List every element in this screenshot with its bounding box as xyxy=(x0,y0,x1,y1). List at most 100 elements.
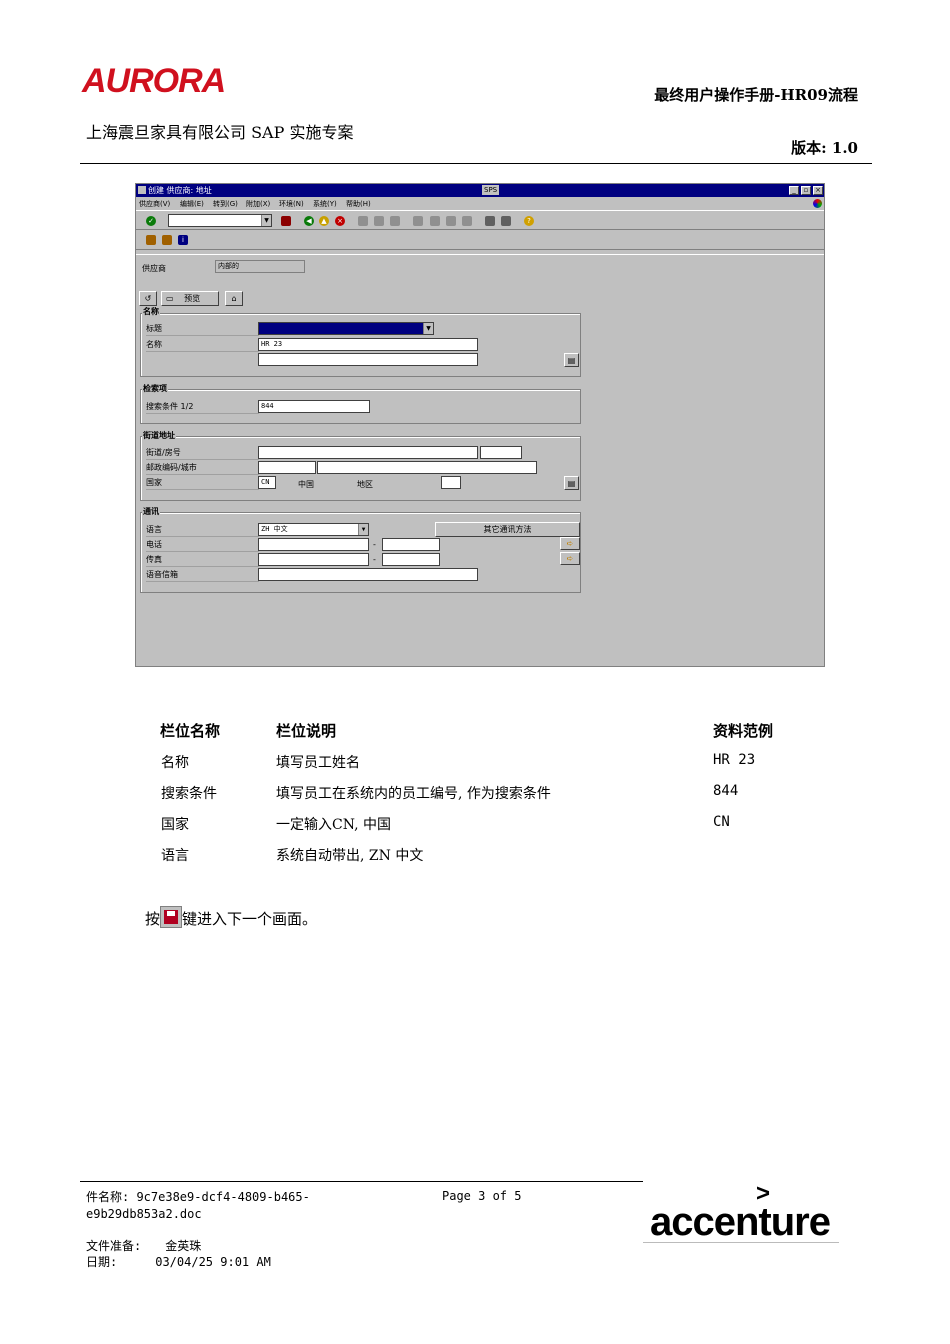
street-address-frame-title: 街道地址 xyxy=(142,430,176,441)
find-icon[interactable] xyxy=(374,216,384,226)
language-label: 语言 xyxy=(146,524,259,537)
sap-window: 创建 供应商: 地址 SPS _ ▫ × 供应商(V) 编辑(E) 转到(G) … xyxy=(135,183,825,667)
footer-divider xyxy=(80,1181,643,1182)
find-next-icon[interactable] xyxy=(390,216,400,226)
other-communication-button[interactable]: 其它通讯方法 xyxy=(435,522,580,537)
sap-system-indicator: SPS xyxy=(482,185,500,195)
menu-system[interactable]: 系统(Y) xyxy=(313,199,337,209)
next-page-icon[interactable] xyxy=(446,216,456,226)
sap-standard-toolbar: ✓ ▼ ◀ ▲ × ? xyxy=(136,210,824,230)
chevron-down-icon[interactable]: ▼ xyxy=(423,323,433,334)
table-cell: 系统自动带出, ZN 中文 xyxy=(276,848,424,864)
table-header-description: 栏位说明 xyxy=(276,722,337,740)
instruction-suffix: 键进入下一个画面。 xyxy=(182,910,318,928)
preview-button-label: 预览 xyxy=(184,294,201,303)
menu-vendor[interactable]: 供应商(V) xyxy=(139,199,170,209)
vendor-label: 供应商 xyxy=(142,264,166,273)
save-icon xyxy=(160,906,183,928)
print-icon[interactable] xyxy=(358,216,368,226)
logo-underline xyxy=(643,1242,839,1243)
preview-button[interactable]: ▭ 预览 xyxy=(161,291,219,306)
table-cell: CN xyxy=(713,814,730,830)
menu-help[interactable]: 帮助(H) xyxy=(346,199,371,209)
address-icon[interactable]: ↺ xyxy=(139,291,157,306)
name-label: 名称 xyxy=(146,339,259,352)
shortcut-icon[interactable] xyxy=(501,216,511,226)
save-icon[interactable] xyxy=(281,216,291,226)
instruction-text: 按 键进入下一个画面。 xyxy=(145,906,317,929)
house-number-field[interactable] xyxy=(480,446,522,459)
info-icon[interactable]: i xyxy=(178,235,188,245)
date-value: 03/04/25 9:01 AM xyxy=(155,1255,271,1269)
city-field[interactable] xyxy=(317,461,537,474)
country-field[interactable]: CN xyxy=(258,476,276,489)
table-cell: 国家 xyxy=(161,817,189,833)
postal-city-label: 邮政编码/城市 xyxy=(146,462,259,475)
header-divider xyxy=(80,163,872,164)
name-field-2[interactable] xyxy=(258,353,478,366)
minimize-icon[interactable]: _ xyxy=(789,186,799,195)
menu-goto[interactable]: 转到(G) xyxy=(213,199,238,209)
phone-separator: - xyxy=(373,540,376,549)
footer-page-number: Page 3 of 5 xyxy=(442,1189,522,1203)
chevron-down-icon[interactable]: ▼ xyxy=(358,524,368,535)
app-toolbar-icon-2[interactable] xyxy=(162,235,172,245)
accenture-logo: accenture xyxy=(650,1200,831,1244)
prepared-by-label: 文件准备: xyxy=(86,1239,142,1253)
fax-field[interactable] xyxy=(258,553,369,566)
cancel-icon[interactable]: × xyxy=(335,216,345,226)
close-icon[interactable]: × xyxy=(813,186,823,195)
back-icon[interactable]: ◀ xyxy=(304,216,314,226)
create-session-icon[interactable] xyxy=(485,216,495,226)
fax-extension-field[interactable] xyxy=(382,553,440,566)
voicemail-field[interactable] xyxy=(258,568,478,581)
table-cell: 填写员工姓名 xyxy=(276,755,360,771)
arrow-right-icon[interactable]: ➪ xyxy=(560,537,580,550)
instruction-prefix: 按 xyxy=(145,910,161,928)
window-icon xyxy=(138,186,146,194)
arrow-right-icon[interactable]: ➪ xyxy=(560,552,580,565)
previous-page-icon[interactable] xyxy=(430,216,440,226)
exit-icon[interactable]: ▲ xyxy=(319,216,329,226)
prepared-by-value: 金英珠 xyxy=(165,1239,202,1253)
menu-environment[interactable]: 环境(N) xyxy=(279,199,304,209)
vendor-field: 内部的 xyxy=(215,260,305,273)
aurora-logo: AURORA xyxy=(82,62,226,100)
more-address-icon[interactable]: ▤ xyxy=(564,476,579,490)
help-icon[interactable]: ? xyxy=(524,216,534,226)
sap-application-toolbar: i xyxy=(136,230,824,250)
region-field[interactable] xyxy=(441,476,461,489)
table-cell: 一定输入CN, 中国 xyxy=(276,817,391,833)
date-label: 日期: xyxy=(86,1255,118,1269)
more-names-icon[interactable]: ▤ xyxy=(564,353,579,367)
name-field[interactable]: HR 23 xyxy=(258,338,478,351)
name-frame-title: 名称 xyxy=(142,306,160,317)
search-term-field[interactable]: 844 xyxy=(258,400,370,413)
phone-field[interactable] xyxy=(258,538,369,551)
international-version-icon[interactable]: ⌂ xyxy=(225,291,243,306)
voicemail-label: 语音信箱 xyxy=(146,569,259,582)
sap-menubar: 供应商(V) 编辑(E) 转到(G) 附加(X) 环境(N) 系统(Y) 帮助(… xyxy=(136,197,824,210)
last-page-icon[interactable] xyxy=(462,216,472,226)
app-toolbar-icon-1[interactable] xyxy=(146,235,156,245)
phone-label: 电话 xyxy=(146,539,259,552)
first-page-icon[interactable] xyxy=(413,216,423,226)
postal-code-field[interactable] xyxy=(258,461,316,474)
table-header-field-name: 栏位名称 xyxy=(160,722,221,740)
title-select[interactable]: ▼ xyxy=(258,322,434,335)
table-cell: 填写员工在系统内的员工编号, 作为搜索条件 xyxy=(276,786,551,802)
table-cell: 语言 xyxy=(161,848,189,864)
menu-extras[interactable]: 附加(X) xyxy=(246,199,270,209)
command-field[interactable]: ▼ xyxy=(168,214,272,227)
restore-icon[interactable]: ▫ xyxy=(801,186,811,195)
title-label: 标题 xyxy=(146,323,259,336)
color-palette-icon[interactable] xyxy=(813,199,822,208)
chevron-down-icon[interactable]: ▼ xyxy=(261,215,271,226)
menu-edit[interactable]: 编辑(E) xyxy=(180,199,204,209)
enter-check-icon[interactable]: ✓ xyxy=(146,216,156,226)
language-select[interactable]: ZH 中文 ▼ xyxy=(258,523,369,536)
phone-extension-field[interactable] xyxy=(382,538,440,551)
sap-window-title: 创建 供应商: 地址 xyxy=(148,186,212,195)
fax-separator: - xyxy=(373,555,376,564)
street-field[interactable] xyxy=(258,446,478,459)
